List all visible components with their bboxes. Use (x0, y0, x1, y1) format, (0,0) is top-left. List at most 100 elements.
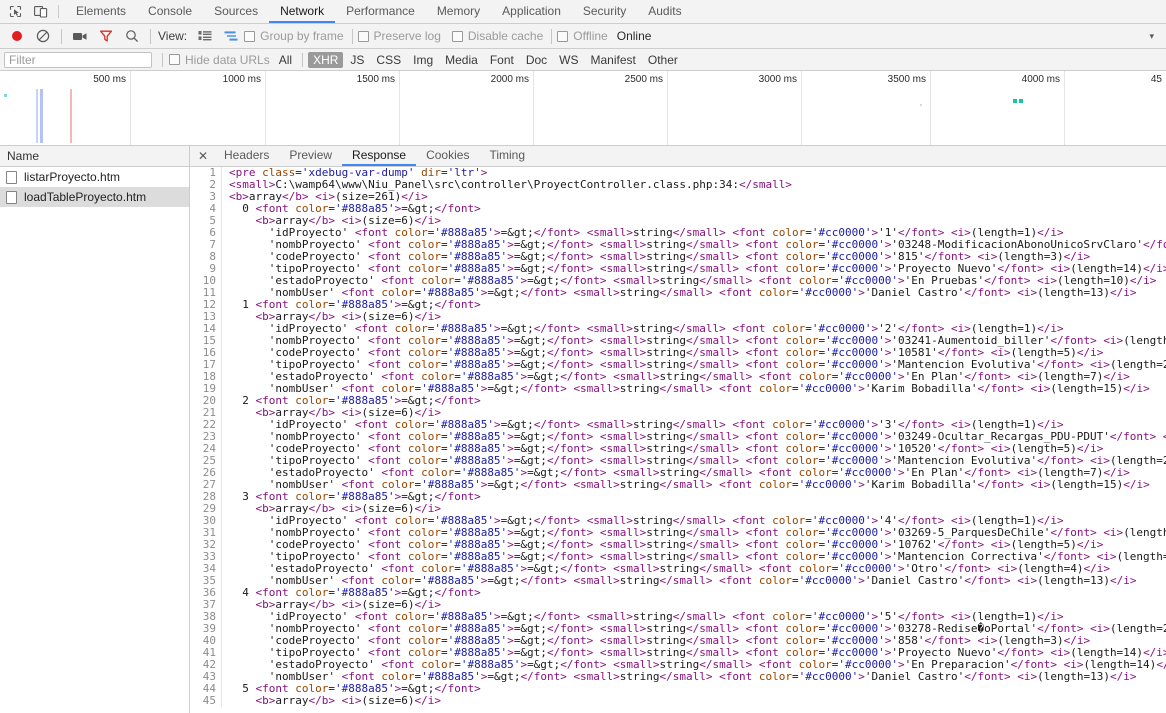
search-icon[interactable] (119, 25, 145, 47)
filter-type-js[interactable]: JS (345, 52, 369, 68)
overview-tick-500: 500 ms (93, 74, 126, 85)
tab-label: Application (502, 3, 561, 18)
line-number: 7 (190, 239, 222, 251)
column-header-name: Name (7, 149, 40, 163)
filter-funnel-icon[interactable] (93, 25, 119, 47)
filter-type-other[interactable]: Other (643, 52, 683, 68)
overview-tick-1000: 1000 ms (222, 74, 261, 85)
tab-elements[interactable]: Elements (65, 0, 137, 23)
overview-event-marker (920, 104, 922, 106)
network-body: Name listarProyecto.htm loadTableProyect… (0, 146, 1166, 713)
tab-network[interactable]: Network (269, 0, 336, 23)
filter-divider (302, 52, 304, 67)
close-icon[interactable]: ✕ (192, 146, 214, 166)
line-number: 45 (190, 695, 222, 707)
tab-label: Headers (224, 148, 270, 162)
tab-headers[interactable]: Headers (214, 146, 279, 166)
document-icon (6, 170, 17, 184)
overview-tick-4000: 4000 ms (1021, 74, 1060, 85)
filter-type-media[interactable]: Media (440, 52, 483, 68)
tab-console[interactable]: Console (137, 0, 203, 23)
overview-tick-2000: 2000 ms (490, 74, 529, 85)
response-body-viewer[interactable]: 1 <pre class='xdebug-var-dump' dir='ltr'>… (190, 167, 1166, 713)
hide-data-urls-label: Hide data URLs (185, 52, 270, 67)
tab-label: Preview (289, 148, 333, 162)
overview-request-bar (40, 89, 43, 143)
tab-memory[interactable]: Memory (426, 0, 491, 23)
network-overview-timeline[interactable]: 500 ms 1000 ms 1500 ms 2000 ms 2500 ms 3… (0, 71, 1166, 146)
inspect-element-icon[interactable] (2, 0, 28, 23)
tab-sources[interactable]: Sources (203, 0, 269, 23)
tab-performance[interactable]: Performance (335, 0, 426, 23)
toolbar-divider (351, 28, 353, 44)
tab-security[interactable]: Security (572, 0, 637, 23)
line-number: 2 (190, 179, 222, 191)
large-rows-icon[interactable] (192, 25, 218, 47)
preserve-log-checkbox[interactable]: Preserve log (357, 29, 441, 43)
filter-divider (162, 52, 163, 67)
devtools-tabstrip: Elements Console Sources Network Perform… (0, 0, 1166, 24)
tab-label: Response (352, 148, 407, 162)
hide-data-urls-checkbox[interactable]: Hide data URLs (169, 53, 270, 67)
tab-label: Memory (436, 3, 481, 18)
tab-label: Sources (214, 3, 259, 18)
devtools-window: Elements Console Sources Network Perform… (0, 0, 1166, 713)
disable-cache-checkbox[interactable]: Disable cache (451, 29, 544, 43)
tab-application[interactable]: Application (491, 0, 572, 23)
tab-label: Audits (648, 3, 682, 18)
overview-tick-2500: 2500 ms (624, 74, 663, 85)
checkbox-box (357, 30, 369, 42)
record-button[interactable] (4, 25, 30, 47)
checkbox-box (557, 30, 569, 42)
filter-type-xhr[interactable]: XHR (308, 51, 344, 68)
line-number: 6 (190, 227, 222, 239)
panel-tabs: Elements Console Sources Network Perform… (65, 0, 693, 23)
filter-type-css[interactable]: CSS (371, 52, 406, 68)
overview-tick-4500: 45 (1150, 74, 1162, 85)
throttling-select[interactable]: Online (617, 29, 652, 43)
tab-label: Console (148, 3, 193, 18)
request-list[interactable]: listarProyecto.htm loadTableProyecto.htm (0, 167, 189, 713)
filter-type-manifest[interactable]: Manifest (586, 52, 641, 68)
request-list-header[interactable]: Name (0, 146, 189, 167)
list-item[interactable]: listarProyecto.htm (0, 167, 189, 187)
tab-timing[interactable]: Timing (479, 146, 535, 166)
checkbox-box (169, 54, 180, 65)
tab-label: Security (582, 3, 627, 18)
clear-button[interactable] (30, 25, 56, 47)
search-input[interactable] (4, 51, 152, 68)
group-by-frame-checkbox[interactable]: Group by frame (244, 29, 344, 43)
filter-type-all[interactable]: All (274, 52, 297, 68)
overview-load-event-line (70, 89, 72, 143)
tab-audits[interactable]: Audits (637, 0, 692, 23)
network-toolbar: View: Group by frame Preserve log Disabl… (0, 24, 1166, 49)
disable-cache-label: Disable cache (467, 29, 544, 43)
detail-tabstrip: ✕ Headers Preview Response Cookies Timin… (190, 146, 1166, 167)
offline-label: Offline (573, 29, 608, 43)
offline-checkbox[interactable]: Offline (557, 29, 608, 43)
line-number: 1 (190, 167, 222, 179)
tab-preview[interactable]: Preview (279, 146, 342, 166)
show-overview-icon[interactable] (218, 25, 244, 47)
line-number: 3 (190, 191, 222, 203)
request-detail-pane: ✕ Headers Preview Response Cookies Timin… (190, 146, 1166, 713)
tab-cookies[interactable]: Cookies (416, 146, 479, 166)
filter-bar: Hide data URLs All XHR JS CSS Img Media … (0, 49, 1166, 71)
chevron-down-icon[interactable]: ▾ (1149, 31, 1154, 42)
filter-type-font[interactable]: Font (485, 52, 519, 68)
filter-type-img[interactable]: Img (408, 52, 438, 68)
device-toolbar-icon[interactable] (28, 0, 54, 23)
toolbar-divider (551, 28, 553, 44)
request-list-pane: Name listarProyecto.htm loadTableProyect… (0, 146, 190, 713)
response-source-code[interactable]: 1 <pre class='xdebug-var-dump' dir='ltr'>… (190, 167, 1166, 707)
overview-event-marker (4, 94, 7, 97)
code-line: 45 <b>array</b> <i>(size=6)</i> (190, 695, 1166, 707)
capture-screenshots-icon[interactable] (67, 25, 93, 47)
list-item[interactable]: loadTableProyecto.htm (0, 187, 189, 207)
filter-type-ws[interactable]: WS (554, 52, 583, 68)
filter-type-doc[interactable]: Doc (521, 52, 552, 68)
view-label: View: (158, 29, 188, 43)
tab-response[interactable]: Response (342, 146, 417, 166)
overview-xhr-marker (1013, 99, 1017, 103)
checkbox-box (451, 30, 463, 42)
